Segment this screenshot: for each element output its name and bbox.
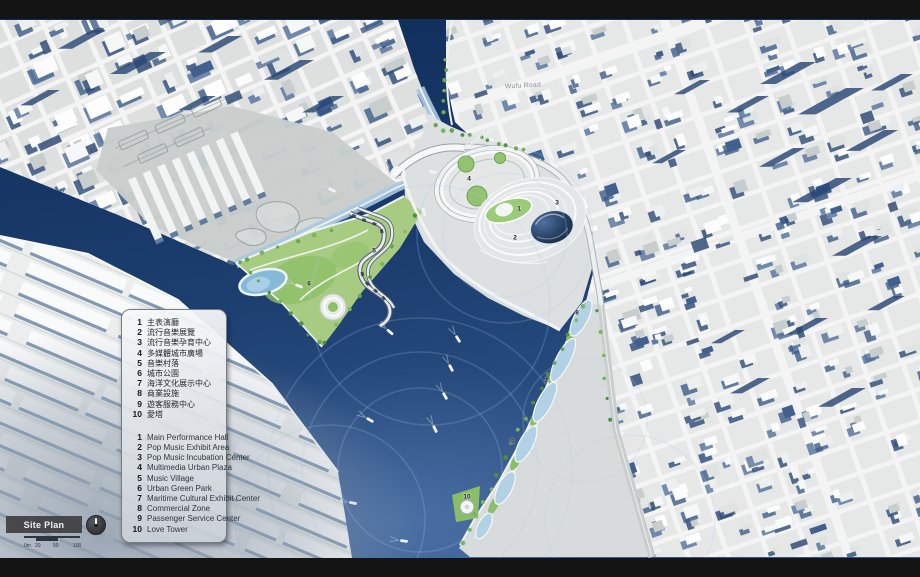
legend-item-number: 1 bbox=[128, 432, 142, 442]
legend-item-number: 10 bbox=[128, 409, 142, 419]
scale-bar: 0m 20 50 100 bbox=[24, 535, 82, 549]
legend-item-label: 遊客服務中心 bbox=[147, 400, 195, 410]
legend-item-number: 8 bbox=[128, 388, 142, 398]
scale-label: 0m bbox=[24, 543, 31, 549]
legend-item-number: 6 bbox=[128, 368, 142, 378]
site-number-marker: 7 bbox=[544, 378, 548, 385]
legend-item: 3 流行音樂孕育中心 bbox=[128, 337, 222, 347]
legend-item-number: 3 bbox=[128, 452, 142, 462]
legend-list-english: 1Main Performance Hall2Pop Music Exhibit… bbox=[128, 432, 222, 534]
legend-item: 6 城市公園 bbox=[128, 368, 222, 378]
legend-item-number: 7 bbox=[128, 493, 142, 503]
legend-item: 4Multimedia Urban Plaza bbox=[128, 462, 222, 472]
legend-item: 6 Urban Green Park bbox=[128, 483, 222, 493]
legend-item-number: 3 bbox=[128, 337, 142, 347]
site-number-marker: 3 bbox=[555, 200, 559, 207]
legend-item-number: 5 bbox=[128, 358, 142, 368]
legend-item: 5 音樂村落 bbox=[128, 358, 222, 368]
legend-item: 1 主表演廳 bbox=[128, 317, 222, 327]
legend-item-number: 8 bbox=[128, 503, 142, 513]
scale-label: 20 bbox=[35, 543, 41, 549]
legend-item-number: 9 bbox=[128, 513, 142, 523]
north-indicator-icon bbox=[86, 515, 106, 535]
legend-item-number: 6 bbox=[128, 483, 142, 493]
site-number-marker: 8 bbox=[575, 310, 579, 317]
site-number-marker: 9 bbox=[510, 439, 514, 446]
legend-item-number: 4 bbox=[128, 348, 142, 358]
scale-label: 100 bbox=[73, 543, 81, 549]
site-number-marker: 6 bbox=[307, 281, 311, 288]
legend-item-label: 流行音樂展覽 bbox=[147, 328, 195, 338]
legend-item: 8 商業設施 bbox=[128, 388, 222, 398]
legend-item: 9 遊客服務中心 bbox=[128, 399, 222, 409]
legend-item-label: Urban Green Park bbox=[147, 484, 212, 494]
legend-panel: 1主表演廳2流行音樂展覽3流行音樂孕育中心4多媒體城市廣場5音樂村落6城市公園7… bbox=[121, 309, 227, 543]
site-number-marker: 5 bbox=[372, 248, 376, 255]
legend-item-label: Multimedia Urban Plaza bbox=[147, 463, 232, 473]
legend-item-label: 多媒體城市廣場 bbox=[147, 349, 203, 359]
legend-item: 7 海洋文化展示中心 bbox=[128, 378, 222, 388]
site-plan-label-text: Site Plan bbox=[24, 520, 65, 530]
legend-item: 9Passenger Service Center bbox=[128, 513, 222, 523]
legend-item-label: 愛塔 bbox=[147, 410, 163, 420]
legend-item-label: Music Village bbox=[147, 474, 194, 484]
legend-item: 10 Love Tower bbox=[128, 524, 222, 534]
legend-item: 2 流行音樂展覽 bbox=[128, 327, 222, 337]
legend-item: 8 Commercial Zone bbox=[128, 503, 222, 513]
legend-item-label: Pop Music Exhibit Area bbox=[147, 443, 229, 453]
legend-list-chinese: 1主表演廳2流行音樂展覽3流行音樂孕育中心4多媒體城市廣場5音樂村落6城市公園7… bbox=[128, 317, 222, 419]
legend-item: 10 愛塔 bbox=[128, 409, 222, 419]
legend-item: 4 多媒體城市廣場 bbox=[128, 348, 222, 358]
legend-item-label: Passenger Service Center bbox=[147, 514, 240, 524]
legend-item-label: Commercial Zone bbox=[147, 504, 210, 514]
legend-item-label: Maritime Cultural Exhibit Center bbox=[147, 494, 260, 504]
letterbox-top bbox=[0, 0, 920, 19]
site-number-marker: 4 bbox=[467, 176, 471, 183]
site-number-marker: 1 bbox=[517, 206, 521, 213]
spiral-plaza bbox=[320, 294, 346, 320]
legend-item-label: 海洋文化展示中心 bbox=[147, 379, 211, 389]
legend-item-label: 商業設施 bbox=[147, 389, 179, 399]
legend-item-label: 主表演廳 bbox=[147, 318, 179, 328]
letterbox-bottom bbox=[0, 558, 920, 577]
legend-item-number: 5 bbox=[128, 473, 142, 483]
legend-item-label: Pop Music Incubation Center bbox=[147, 453, 250, 463]
legend-item: 2Pop Music Exhibit Area bbox=[128, 442, 222, 452]
legend-item: 1Main Performance Hall bbox=[128, 432, 222, 442]
legend-item-number: 1 bbox=[128, 317, 142, 327]
legend-item-number: 9 bbox=[128, 399, 142, 409]
legend-item-number: 10 bbox=[128, 524, 142, 534]
scale-label: 50 bbox=[53, 543, 59, 549]
legend-item-label: Main Performance Hall bbox=[147, 433, 228, 443]
legend-item-number: 2 bbox=[128, 327, 142, 337]
site-number-marker: 2 bbox=[513, 235, 517, 242]
legend-item-number: 7 bbox=[128, 378, 142, 388]
legend-item-number: 4 bbox=[128, 462, 142, 472]
legend-item-label: 流行音樂孕育中心 bbox=[147, 338, 211, 348]
legend-item-label: 音樂村落 bbox=[147, 359, 179, 369]
legend-item-label: Love Tower bbox=[147, 525, 188, 535]
legend-item-label: 城市公園 bbox=[147, 369, 179, 379]
legend-item: 5 Music Village bbox=[128, 473, 222, 483]
site-number-marker: 10 bbox=[463, 494, 470, 501]
legend-item: 7Maritime Cultural Exhibit Center bbox=[128, 493, 222, 503]
viewport: Wufu RoadSeashore RoadChenggong RoadQing… bbox=[0, 0, 920, 577]
legend-item-number: 2 bbox=[128, 442, 142, 452]
legend-item: 3Pop Music Incubation Center bbox=[128, 452, 222, 462]
site-plan-label: Site Plan bbox=[6, 516, 82, 533]
